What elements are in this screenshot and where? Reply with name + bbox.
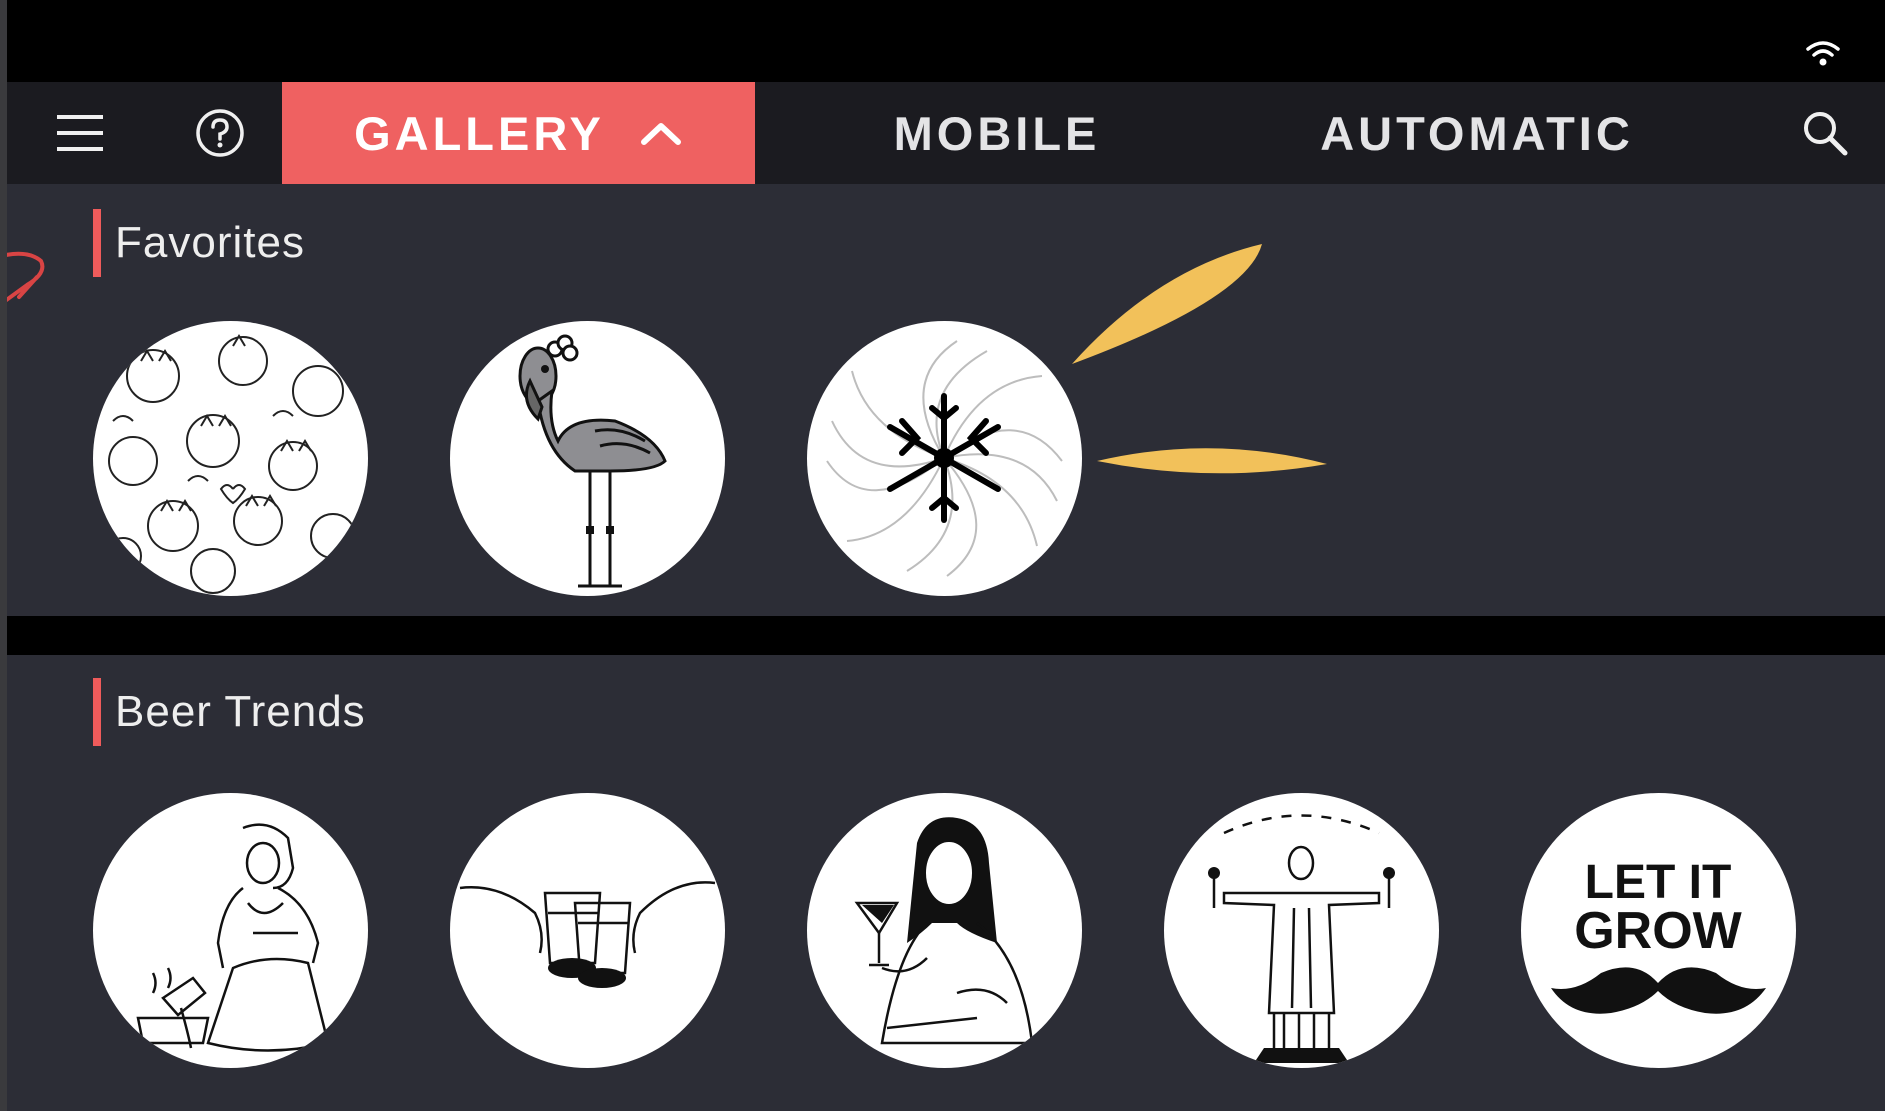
feather-decoration-top <box>1072 244 1262 364</box>
section-title-text: Beer Trends <box>115 687 366 736</box>
menu-button[interactable] <box>37 82 122 184</box>
milkmaid-image <box>136 823 330 1052</box>
feather-decoration-bottom <box>1097 448 1327 474</box>
section-title-text: Favorites <box>115 218 305 267</box>
search-icon <box>1803 112 1847 156</box>
thumbnail-snowflake-spiral[interactable] <box>807 321 1082 596</box>
let-it-grow-image: LET IT GROW <box>1551 856 1766 1014</box>
thumbnail-hands-toasting[interactable] <box>450 793 725 1068</box>
section-accent-bar <box>93 678 101 746</box>
wifi-icon <box>1806 41 1840 66</box>
search-button[interactable] <box>1782 82 1867 184</box>
help-circle-icon <box>195 109 244 157</box>
thumbnail-cats-pattern[interactable] <box>93 321 368 596</box>
status-bar <box>7 0 1885 82</box>
cats-pattern-image <box>104 334 356 594</box>
mustache-icon <box>1551 967 1766 1014</box>
tab-automatic[interactable]: AUTOMATIC <box>1277 82 1677 184</box>
thumbnail-mona-lisa-wine[interactable] <box>807 793 1082 1068</box>
app-screen: GALLERY MOBILE AUTOMATIC Favorites Beer … <box>7 0 1885 1111</box>
section-accent-bar <box>93 209 101 277</box>
thumbnail-milkmaid-pouring[interactable] <box>93 793 368 1068</box>
section-title-favorites: Favorites <box>93 209 305 277</box>
tab-gallery[interactable]: GALLERY <box>282 82 755 184</box>
thumbnail-christ-redeemer[interactable] <box>1164 793 1439 1068</box>
tab-mobile[interactable]: MOBILE <box>827 82 1167 184</box>
snowflake-spiral-image <box>826 340 1063 577</box>
favorites-section: Favorites <box>7 184 1885 616</box>
hamburger-menu-icon <box>56 115 103 151</box>
top-nav-bar: GALLERY MOBILE AUTOMATIC <box>7 82 1885 184</box>
christ-redeemer-image <box>1208 814 1395 1063</box>
grow-text: GROW <box>1574 902 1742 960</box>
beer-trends-section: Beer Trends LET IT GROW <box>7 655 1885 1111</box>
tab-mobile-label: MOBILE <box>893 106 1101 160</box>
help-button[interactable] <box>177 82 262 184</box>
thumbnail-let-it-grow-mustache[interactable]: LET IT GROW <box>1521 793 1796 1068</box>
hands-toasting-image <box>459 881 716 988</box>
flamingo-image <box>518 334 667 588</box>
red-scribble-decoration <box>7 251 45 303</box>
mona-lisa-image <box>854 817 1034 1045</box>
chevron-up-icon <box>640 123 681 145</box>
tab-gallery-label: GALLERY <box>354 106 605 160</box>
section-divider <box>7 616 1885 655</box>
section-title-beer-trends: Beer Trends <box>93 678 366 746</box>
tab-automatic-label: AUTOMATIC <box>1320 106 1634 160</box>
thumbnail-flamingo[interactable] <box>450 321 725 596</box>
